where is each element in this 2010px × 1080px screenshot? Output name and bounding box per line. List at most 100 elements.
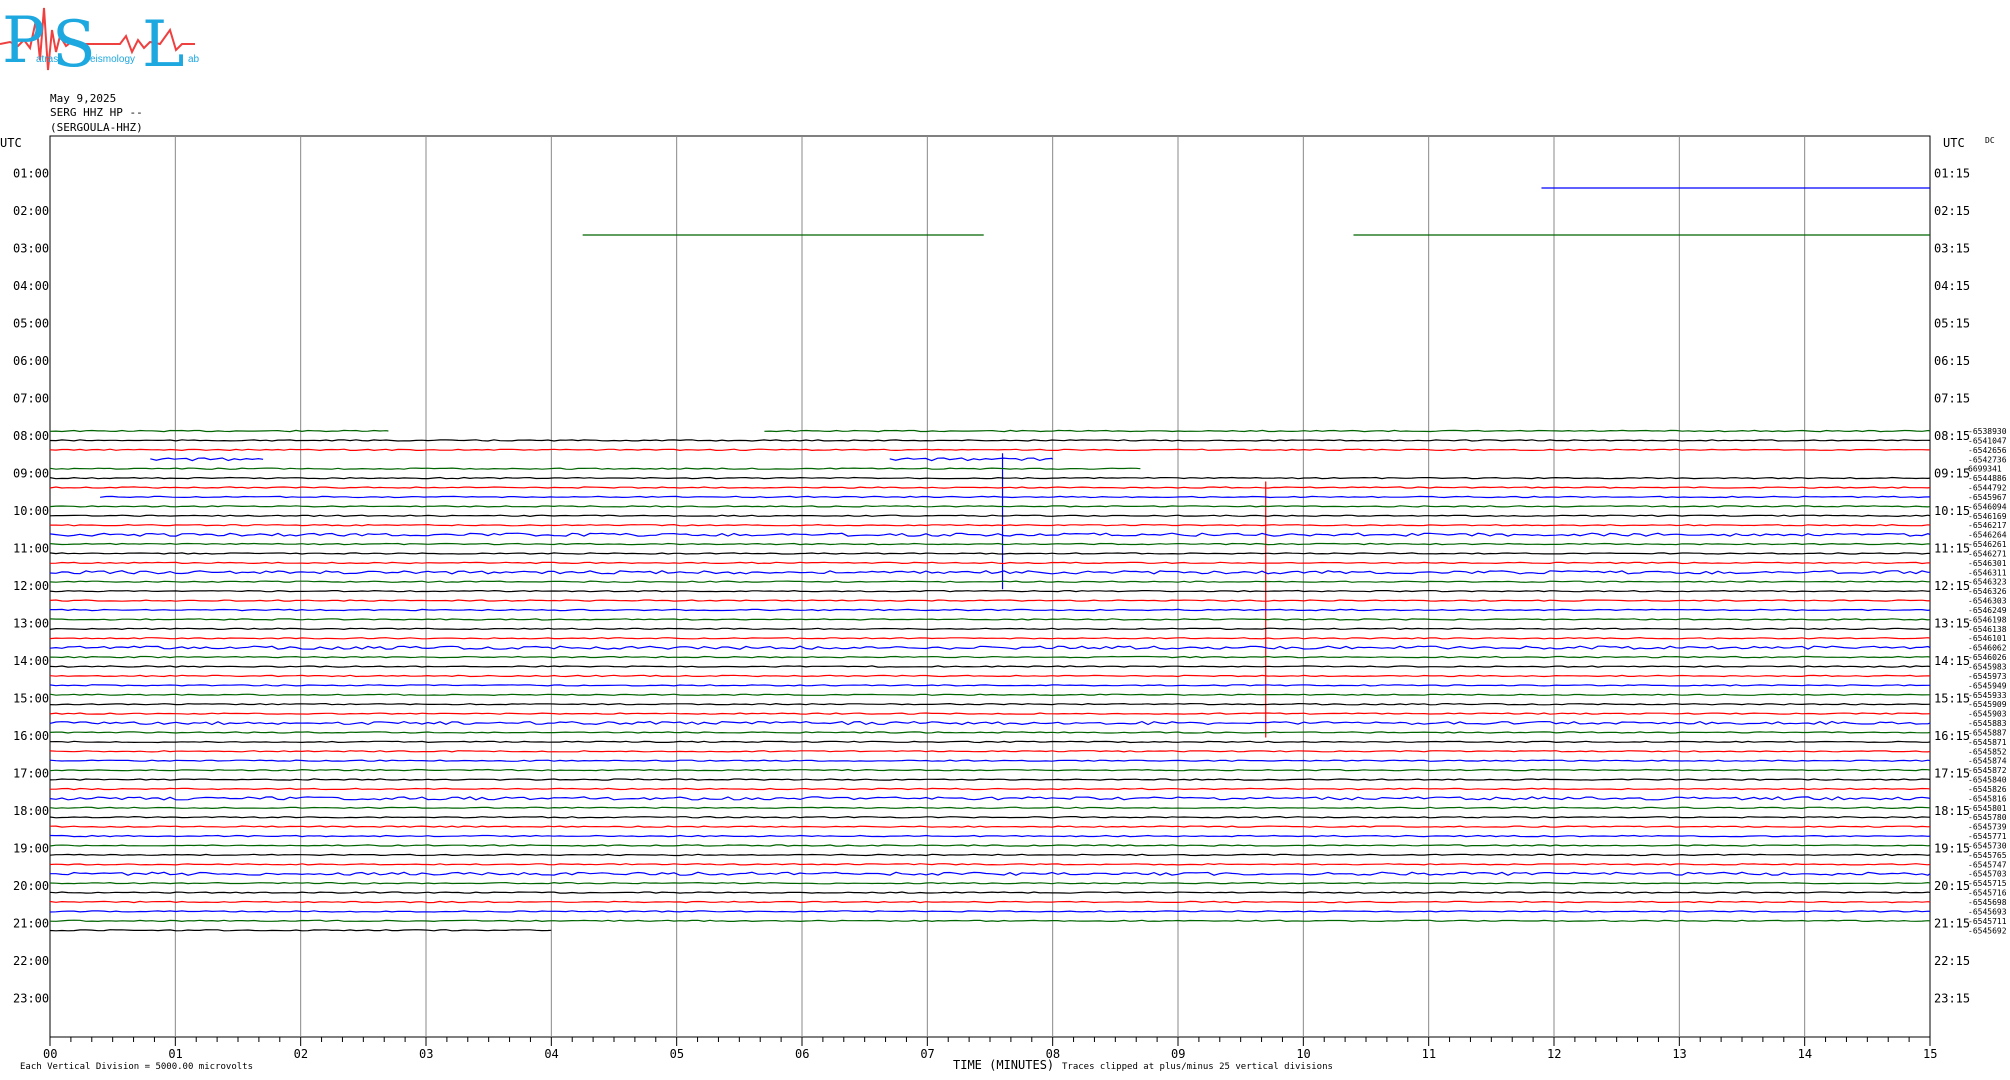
- trace-offset-label: -6545909: [1968, 700, 2007, 709]
- trace-offset-label: -6546217: [1968, 521, 2007, 530]
- trace-offset-label: -6544792: [1968, 484, 2007, 493]
- trace-offset-label: -6541047: [1968, 436, 2007, 445]
- left-hour-label: 01:00: [13, 167, 49, 181]
- x-tick-label: 12: [1547, 1047, 1561, 1061]
- seismic-trace: [49, 863, 1931, 866]
- right-hour-label: 16:15: [1934, 729, 1970, 743]
- seismic-trace: [100, 495, 1931, 499]
- right-hour-label: 01:15: [1934, 167, 1970, 181]
- seismic-trace: [49, 486, 1931, 489]
- left-hour-label: 19:00: [13, 842, 49, 856]
- right-hour-label: 03:15: [1934, 242, 1970, 256]
- right-hour-label: 22:15: [1934, 954, 1970, 968]
- left-hour-label: 23:00: [13, 992, 49, 1006]
- trace-offset-label: -6545765: [1968, 851, 2007, 860]
- trace-offset-label: -6546271: [1968, 549, 2007, 558]
- left-hour-label: 22:00: [13, 954, 49, 968]
- trace-offset-label: -6545692: [1968, 926, 2007, 935]
- x-tick-label: 15: [1923, 1047, 1937, 1061]
- trace-offset-label: -6546249: [1968, 606, 2007, 615]
- clip-note: Traces clipped at plus/minus 25 vertical…: [1062, 1062, 1333, 1072]
- right-hour-label: 06:15: [1934, 354, 1970, 368]
- x-tick-label: 11: [1422, 1047, 1436, 1061]
- right-hour-label: 09:15: [1934, 467, 1970, 481]
- seismic-trace: [764, 429, 1931, 433]
- trace-offset-label: -6546301: [1968, 559, 2007, 568]
- seismogram-plot: UTC UTC DC 00 01 02 03 04 05 06 07 08 09 10 11 12 13 1…: [0, 135, 2007, 1072]
- trace-offset-label: -6545711: [1968, 917, 2007, 926]
- right-hour-label: 17:15: [1934, 767, 1970, 781]
- right-hour-label: 10:15: [1934, 504, 1970, 518]
- trace-offset-label: -6546264: [1968, 531, 2007, 540]
- trace-offset-label: -6545716: [1968, 889, 2007, 898]
- seismic-trace: [49, 439, 1931, 442]
- seismic-trace: [49, 645, 1931, 650]
- x-tick-label: 06: [795, 1047, 809, 1061]
- seismic-trace: [49, 881, 1931, 885]
- trace-layer: [49, 187, 1931, 932]
- right-hour-label: 07:15: [1934, 392, 1970, 406]
- trace-offset-label: -6545852: [1968, 747, 2007, 756]
- left-hour-label: 02:00: [13, 204, 49, 218]
- seismic-trace: [49, 674, 1931, 678]
- left-hour-label: 07:00: [13, 392, 49, 406]
- x-tick-label: 00: [43, 1047, 57, 1061]
- seismic-trace: [50, 523, 1931, 527]
- left-utc-label: UTC: [0, 136, 22, 150]
- x-tick-label: 05: [670, 1047, 684, 1061]
- x-tick-label: 10: [1296, 1047, 1310, 1061]
- seismic-trace: [49, 806, 1931, 810]
- seismic-trace: [49, 561, 1931, 565]
- trace-offset-label: -6545871: [1968, 738, 2007, 747]
- seismic-trace: [50, 871, 1931, 876]
- seismic-trace: [49, 599, 1931, 602]
- seismic-trace: [49, 910, 1931, 913]
- seismic-trace: [49, 448, 1931, 452]
- seismic-trace: [49, 665, 1931, 668]
- label-layer: 00 01 02 03 04 05 06 07 08 09 10 11 12 13 14 1501:0002:…: [13, 167, 2007, 1062]
- trace-offset-label: -6546062: [1968, 644, 2007, 653]
- seismic-trace: [49, 429, 389, 433]
- seismic-trace: [49, 467, 1141, 470]
- seismic-trace: [49, 684, 1930, 687]
- seismic-trace: [49, 834, 1931, 838]
- seismic-trace: [50, 787, 1931, 791]
- seismic-trace: [49, 702, 1931, 706]
- seismic-trace: [49, 844, 1931, 847]
- seismic-trace: [49, 505, 1931, 508]
- seismic-trace: [49, 542, 1931, 546]
- seismic-trace: [49, 825, 1931, 828]
- trace-offset-label: -6546323: [1968, 578, 2007, 587]
- trace-offset-label: -6545780: [1968, 813, 2007, 822]
- x-tick-label: 13: [1672, 1047, 1686, 1061]
- seismic-trace: [49, 476, 1931, 480]
- right-hour-label: 18:15: [1934, 804, 1970, 818]
- seismic-trace: [49, 759, 1931, 762]
- trace-offset-label: -6545887: [1968, 728, 2007, 737]
- dc-label: DC: [1985, 136, 1995, 145]
- trace-offset-label: -6546138: [1968, 625, 2007, 634]
- trace-offset-label: -6546326: [1968, 587, 2007, 596]
- trace-offset-label: -6545949: [1968, 681, 2007, 690]
- seismic-trace: [49, 580, 1931, 583]
- vertical-division-note: Each Vertical Division = 5000.00 microvo…: [20, 1062, 253, 1072]
- left-hour-label: 17:00: [13, 767, 49, 781]
- right-hour-label: 20:15: [1934, 879, 1970, 893]
- trace-offset-label: -6545816: [1968, 794, 2007, 803]
- right-hour-label: 19:15: [1934, 842, 1970, 856]
- right-hour-label: 04:15: [1934, 279, 1970, 293]
- seismic-trace: [49, 712, 1931, 715]
- trace-offset-label: -6546303: [1968, 597, 2007, 606]
- left-hour-label: 06:00: [13, 354, 49, 368]
- trace-offset-label: 6699341: [1968, 465, 2002, 474]
- left-hour-label: 21:00: [13, 917, 49, 931]
- seismic-trace: [49, 919, 1931, 923]
- seismic-trace: [50, 608, 1931, 612]
- trace-offset-label: -6545826: [1968, 785, 2007, 794]
- right-hour-label: 23:15: [1934, 992, 1970, 1006]
- left-hour-label: 20:00: [13, 879, 49, 893]
- trace-offset-label: -6545747: [1968, 860, 2007, 869]
- trace-offset-label: -6545973: [1968, 672, 2007, 681]
- trace-offset-label: -6546198: [1968, 615, 2007, 624]
- right-hour-label: 02:15: [1934, 204, 1970, 218]
